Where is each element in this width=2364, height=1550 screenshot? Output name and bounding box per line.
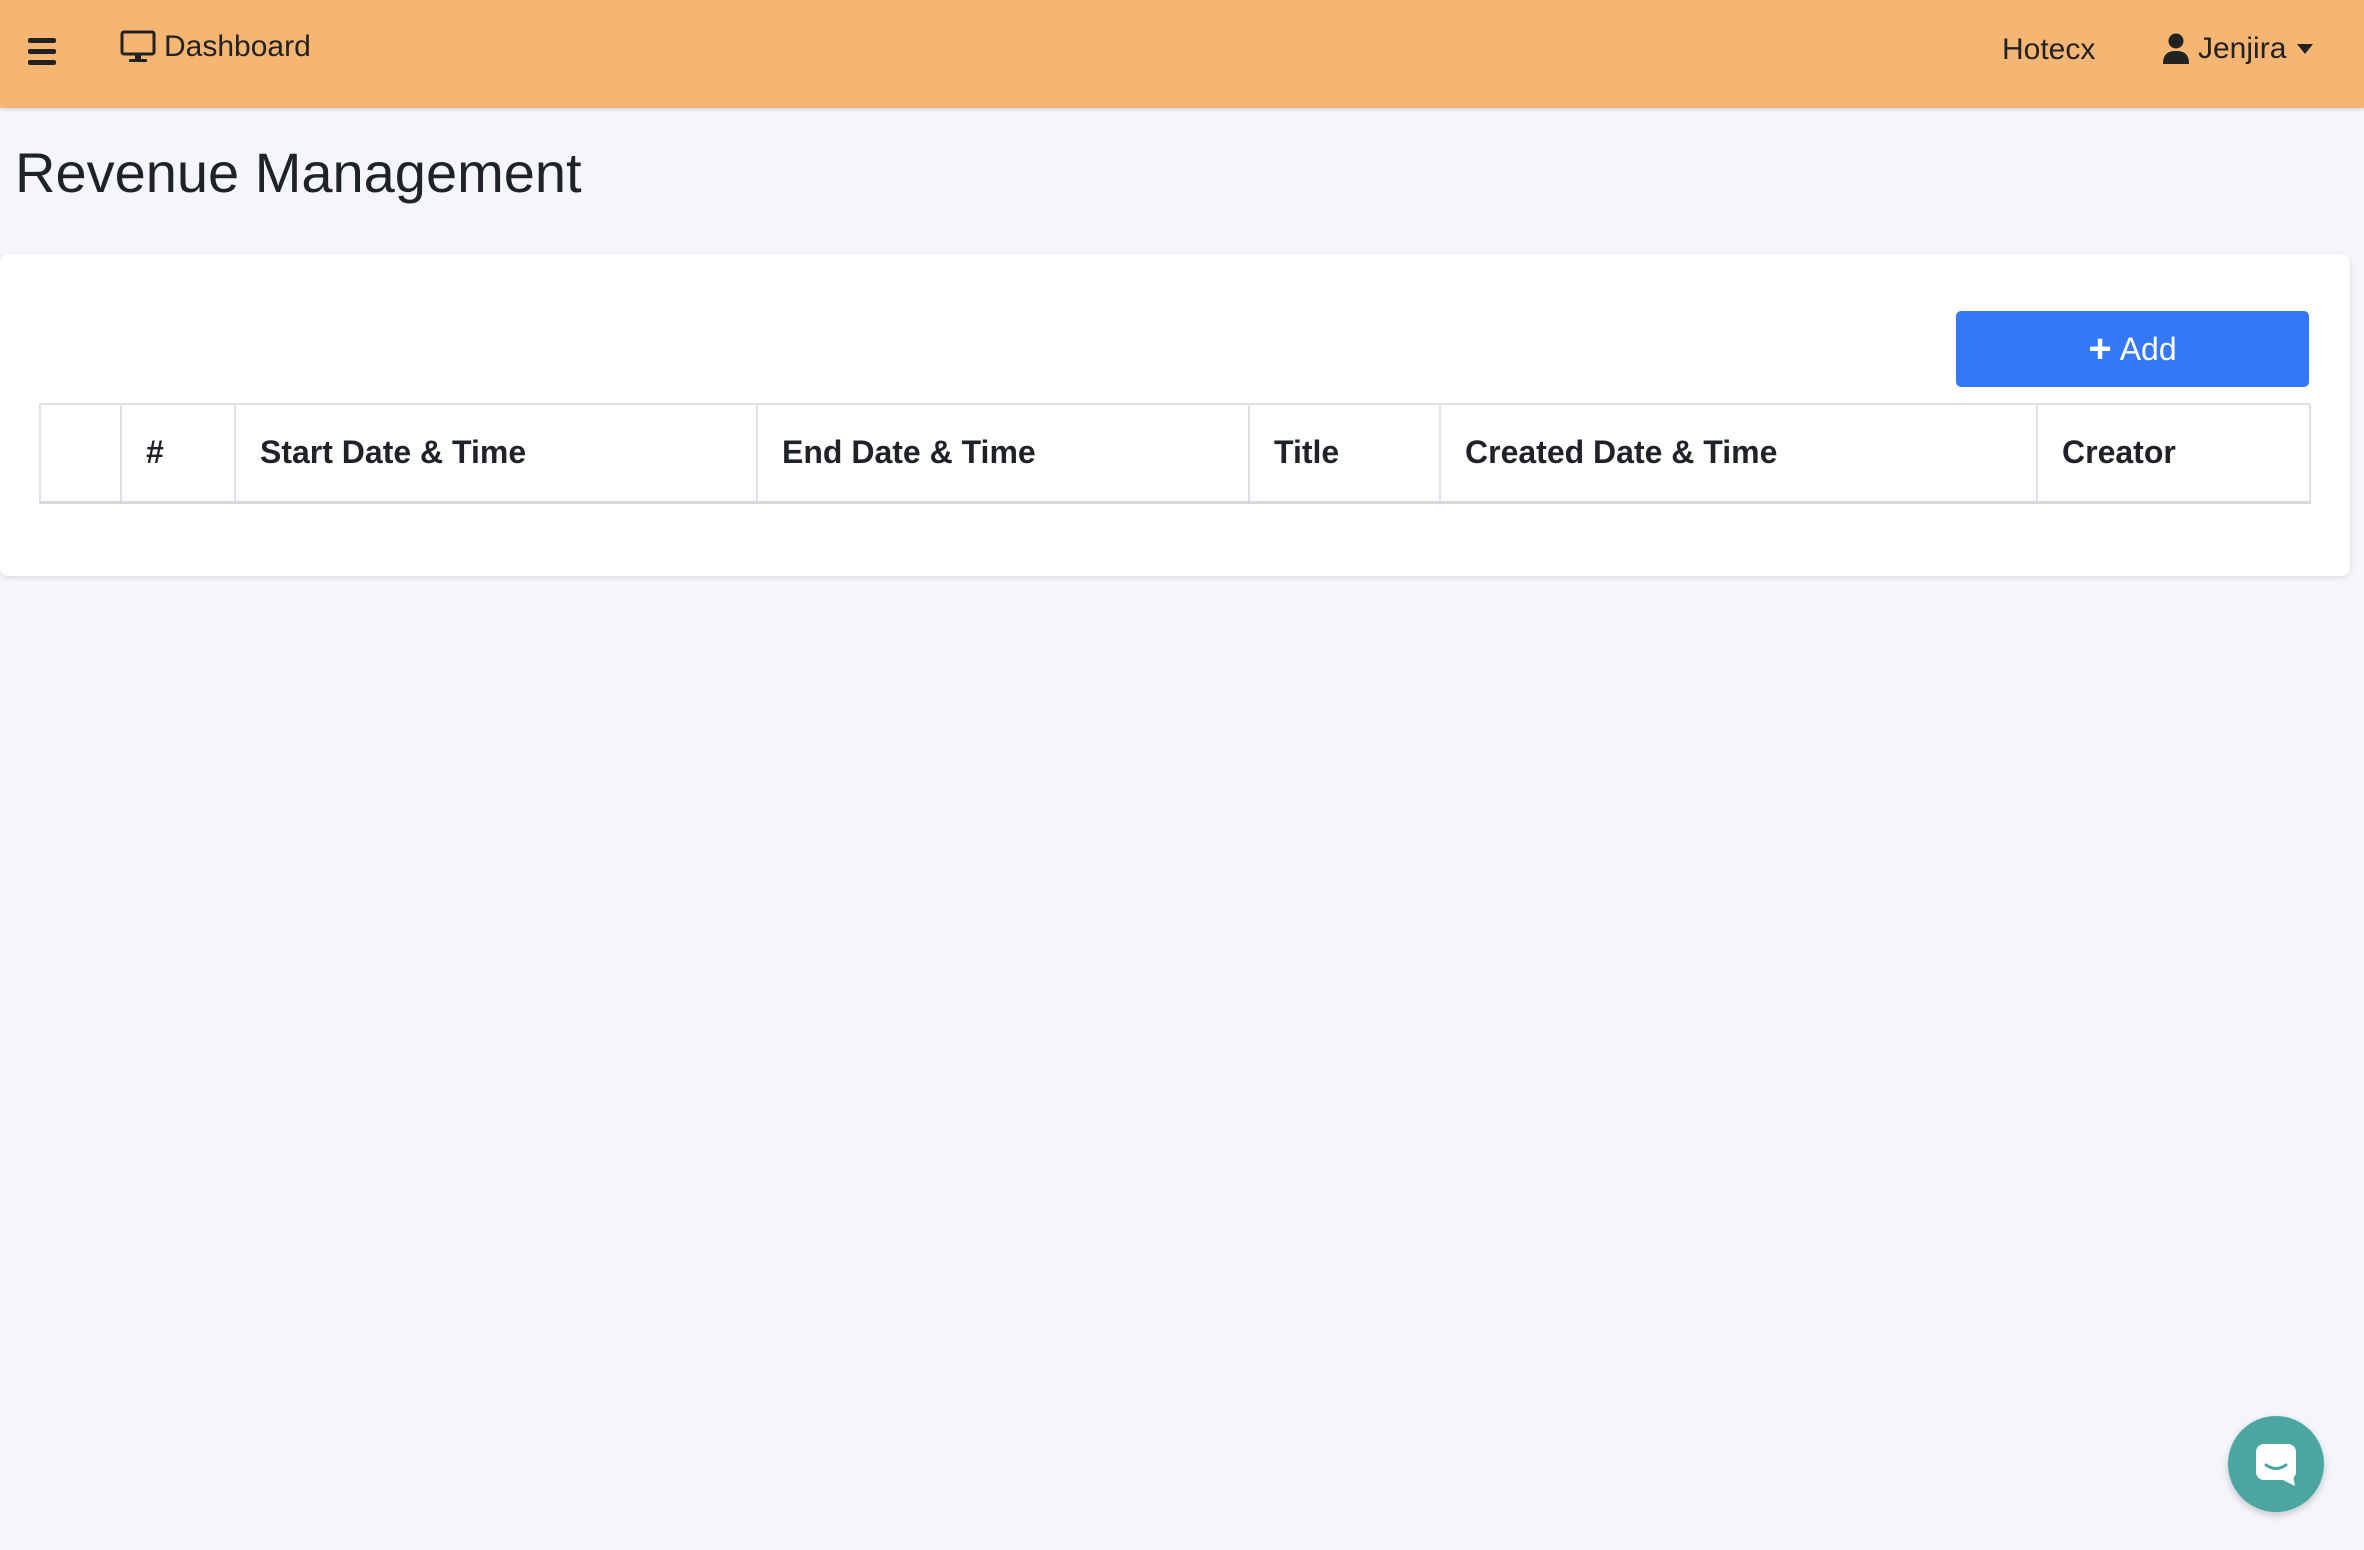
column-header-select[interactable]	[39, 403, 122, 504]
table-header-row: # Start Date & Time End Date & Time Titl…	[39, 403, 2311, 504]
add-button-label: Add	[2119, 330, 2177, 367]
column-header-created-date[interactable]: Created Date & Time	[1439, 403, 2038, 504]
top-navbar: Dashboard Hotecx Jenjira	[0, 0, 2364, 108]
revenue-table: # Start Date & Time End Date & Time Titl…	[39, 403, 2311, 504]
hamburger-icon[interactable]	[28, 38, 62, 72]
column-header-title[interactable]: Title	[1248, 403, 1441, 504]
monitor-icon	[120, 30, 156, 62]
chat-widget-button[interactable]	[2228, 1416, 2324, 1512]
chat-icon	[2256, 1444, 2296, 1486]
column-header-start-date[interactable]: Start Date & Time	[234, 403, 758, 504]
page-title: Revenue Management	[15, 141, 582, 204]
user-icon	[2163, 33, 2189, 64]
caret-down-icon	[2297, 44, 2314, 54]
revenue-card: + Add # Start Date & Time End Date & Tim…	[0, 254, 2350, 576]
column-header-number[interactable]: #	[120, 403, 236, 504]
hotel-name-link[interactable]: Hotecx	[2002, 33, 2095, 67]
add-button[interactable]: + Add	[1956, 311, 2309, 387]
dashboard-label: Dashboard	[164, 30, 311, 63]
user-name: Jenjira	[2198, 32, 2287, 65]
user-menu-dropdown[interactable]: Jenjira	[2162, 32, 2314, 66]
column-header-end-date[interactable]: End Date & Time	[756, 403, 1250, 504]
column-header-creator[interactable]: Creator	[2036, 403, 2311, 504]
dashboard-link[interactable]: Dashboard	[120, 30, 311, 64]
plus-icon: +	[2088, 327, 2112, 371]
